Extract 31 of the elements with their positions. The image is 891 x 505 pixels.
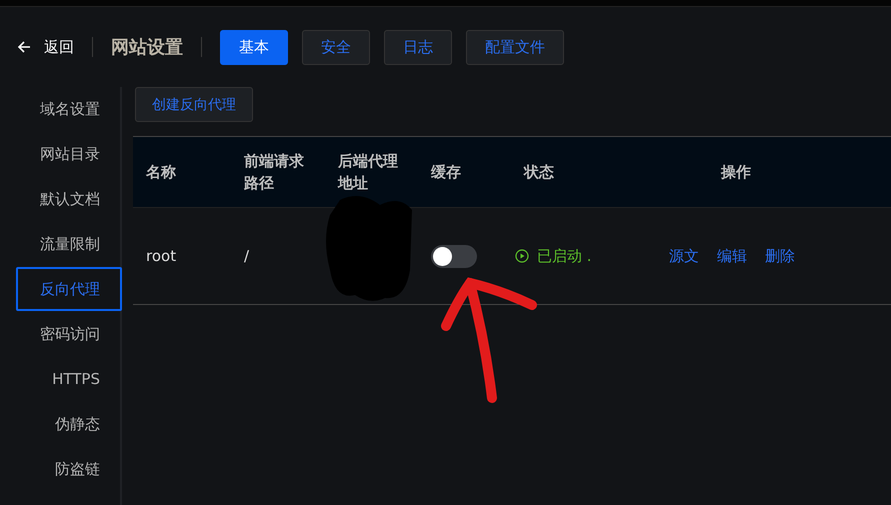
sidebar-item[interactable]: 密码访问 [16,312,122,356]
action-link[interactable]: 源文 [669,246,699,266]
cache-toggle[interactable] [431,244,477,268]
column-header: 操作 [720,162,752,183]
create-proxy-button[interactable]: 创建反向代理 [135,87,253,122]
action-link[interactable]: 编辑 [717,246,747,266]
status-text: 已启动 . [537,246,592,266]
action-link[interactable]: 删除 [765,246,795,266]
sidebar-item[interactable]: 伪静态 [16,402,122,446]
column-header: 缓存 [430,162,462,183]
sidebar-item[interactable]: 反向代理 [16,267,122,311]
tab[interactable]: 基本 [220,30,288,64]
sidebar-item[interactable]: 域名设置 [16,87,122,131]
column-header: 后端代理地址 [336,150,399,194]
column-header: 状态 [522,162,555,183]
page-title: 网站设置 [111,36,183,59]
play-circle-icon [515,249,529,263]
table-cell-text: root [145,247,178,265]
sidebar-item[interactable]: 防盗链 [16,447,122,491]
sidebar-item[interactable]: 网站目录 [16,132,122,176]
sidebar-item[interactable]: 默认文档 [16,177,122,221]
column-header: 名称 [144,162,177,183]
column-header: 前端请求路径 [243,150,305,194]
tab[interactable]: 配置文件 [466,30,564,64]
tab[interactable]: 日志 [384,30,452,64]
back-arrow-icon [16,39,32,55]
back-button[interactable]: 返回 [16,38,74,56]
sidebar-item[interactable]: 流量限制 [16,222,122,266]
table-cell-text: / [243,247,250,265]
sidebar-item[interactable]: HTTPS [16,357,122,401]
tab[interactable]: 安全 [302,30,370,64]
